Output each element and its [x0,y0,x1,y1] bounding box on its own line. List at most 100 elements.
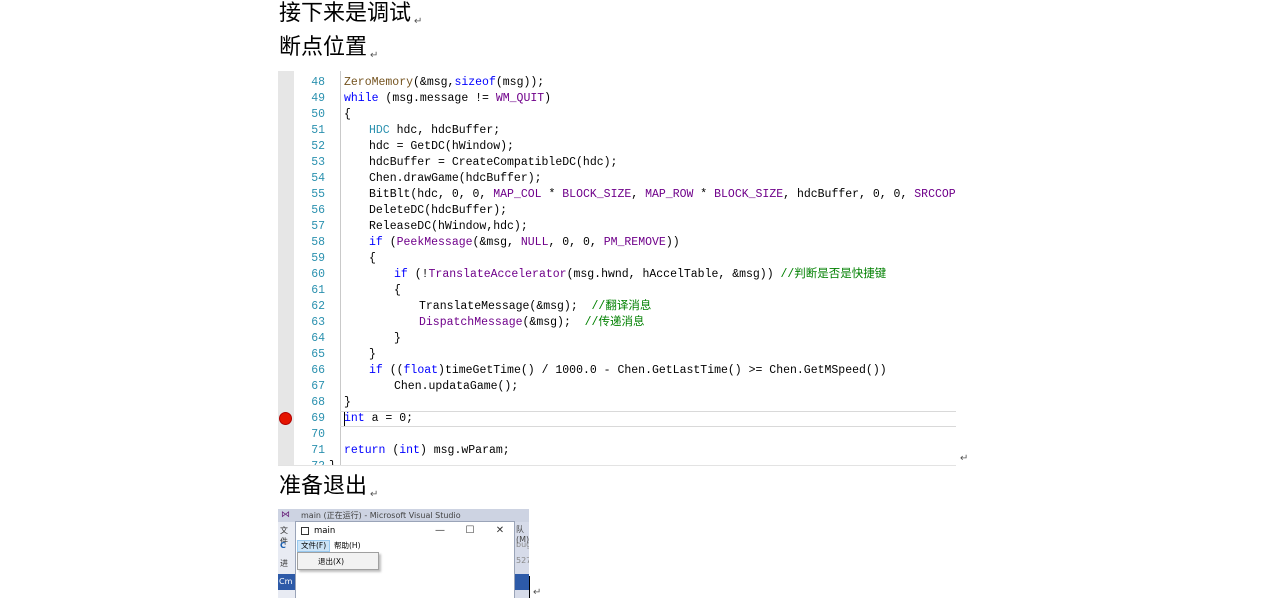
line-number: 65 [311,348,325,361]
code-token: TranslateMessage(&msg); [419,300,592,313]
code-token: , hdcBuffer, 0, 0, [783,188,915,201]
code-text: TranslateMessage(&msg); //翻译消息 [419,299,651,315]
code-text: Chen.updataGame(); [394,379,518,395]
code-token: (&msg, [413,76,455,89]
code-token: (&msg, [472,236,521,249]
code-token: NULL [520,236,549,249]
code-line: 54 Chen.drawGame(hdcBuffer); [278,171,956,187]
line-number: 54 [311,172,325,185]
heading-debug: 接下来是调试 ↵ [279,1,423,27]
vs-process-fragment: 进 [280,559,288,568]
line-number: 57 [311,220,325,233]
vs-toolbar-fragment: C [280,541,286,550]
code-text: hdcBuffer = CreateCompatibleDC(hdc); [369,155,617,171]
code-line: 60 if (!TranslateAccelerator(msg.hwnd, hA… [278,267,956,283]
code-text: if (PeekMessage(&msg, NULL, 0, 0, PM_REM… [369,235,680,251]
code-text: { [394,283,401,299]
line-number: 68 [311,396,325,409]
maximize-button[interactable]: ☐ [462,522,478,540]
vs-right-fragment: 527 [516,556,529,565]
code-token: if [369,364,383,377]
menu-help[interactable]: 帮助(H) [334,540,361,552]
heading-breakpoint: 断点位置 ↵ [279,35,379,61]
line-number: 69 [311,412,325,425]
heading-exit: 准备退出 ↵ [279,474,379,500]
paragraph-mark: ↵ [370,489,379,500]
code-text: int a = 0; [344,411,413,427]
line-number: 71 [311,444,325,457]
line-number: 62 [311,300,325,313]
paragraph-mark: ↵ [960,453,969,464]
code-token: ZeroMemory [344,76,414,89]
code-token: a = 0; [364,412,414,425]
code-token: * [541,188,563,201]
screenshot-border [278,465,956,466]
close-button[interactable]: ✕ [492,522,508,540]
code-text: if (!TranslateAccelerator(msg.hwnd, hAcc… [394,267,886,283]
code-token: )) [665,236,680,249]
app-window: main — ☐ ✕ 文件(F) 帮助(H) 退出(X) [295,521,515,598]
code-token: while [344,92,379,105]
code-token: return [344,444,386,457]
code-token: DeleteDC(hdcBuffer); [369,204,508,217]
code-token: if [394,268,408,281]
code-token: DispatchMessage [419,316,523,329]
code-text: HDC hdc, hdcBuffer; [369,123,500,139]
vs-status-fragment [515,574,529,590]
paragraph-mark: ↵ [370,50,379,61]
app-title-bar: main — ☐ ✕ [296,522,514,540]
code-token: (msg.hwnd, hAccelTable, &msg)) [566,268,781,281]
line-number: 64 [311,332,325,345]
code-token: (msg)); [495,76,545,89]
code-text: } [344,395,351,411]
minimize-button[interactable]: — [432,522,448,540]
code-token: ( [382,236,397,249]
code-line: 61 { [278,283,956,299]
code-token: , 0, 0, [548,236,604,249]
code-line: 68} [278,395,956,411]
code-token: MAP_ROW [645,188,694,201]
code-token: (! [407,268,429,281]
code-token: hdc, hdcBuffer; [389,124,501,137]
code-token: )timeGetTime() / 1000.0 - Chen.GetLastTi… [438,364,887,377]
line-number: 56 [311,204,325,217]
code-line: 56 DeleteDC(hdcBuffer); [278,203,956,219]
menu-file[interactable]: 文件(F) [297,540,331,552]
code-line: 51 HDC hdc, hdcBuffer; [278,123,956,139]
code-text: hdc = GetDC(hWindow); [369,139,514,155]
code-token: ) msg.wParam; [419,444,510,457]
visual-studio-logo-icon: ⋈ [281,510,290,520]
line-number: 59 [311,252,325,265]
code-token: (&msg); [522,316,585,329]
line-number: 60 [311,268,325,281]
code-token: hdc = GetDC(hWindow); [369,140,514,153]
screenshot-edge [529,576,530,598]
code-line: 53 hdcBuffer = CreateCompatibleDC(hdc); [278,155,956,171]
paragraph-mark: ↵ [414,16,423,27]
code-text: while (msg.message != WM_QUIT) [344,91,551,107]
code-token: float [403,364,439,377]
code-token: PeekMessage [396,236,473,249]
code-token: * [693,188,715,201]
line-number: 58 [311,236,325,249]
code-token: int [399,444,420,457]
code-line: 55 BitBlt(hdc, 0, 0, MAP_COL * BLOCK_SIZE… [278,187,956,203]
code-token: ) [544,92,552,105]
menu-item-exit[interactable]: 退出(X) [318,556,344,567]
code-token: if [369,236,383,249]
line-number: 55 [311,188,325,201]
code-token: (( [382,364,404,377]
code-token: } [394,332,401,345]
code-text: { [369,251,376,267]
vs-tab-fragment: Cm [278,574,296,590]
code-text: } [369,347,376,363]
code-token: } [344,396,351,409]
code-line: 62 TranslateMessage(&msg); //翻译消息 [278,299,956,315]
code-token: HDC [369,124,390,137]
code-line: 71 return (int) msg.wParam; [278,443,956,459]
code-token: //判断是否是快捷键 [780,268,887,281]
line-number: 53 [311,156,325,169]
code-editor-screenshot: 48 ZeroMemory(&msg,sizeof(msg)); 49 while (… [278,71,956,465]
code-text: Chen.drawGame(hdcBuffer); [369,171,542,187]
code-line: 67 Chen.updataGame(); [278,379,956,395]
